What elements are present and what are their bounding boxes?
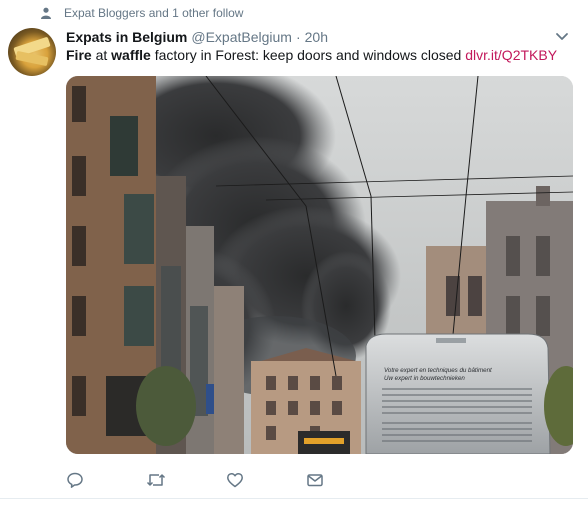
- heart-icon: [227, 472, 243, 488]
- tweet-header: Expats in Belgium @ExpatBelgium · 20h: [66, 28, 328, 46]
- envelope-icon: [307, 474, 323, 487]
- truck-slogan-fr: Votre expert en techniques du bâtiment: [384, 367, 492, 374]
- tweet-divider: [0, 498, 588, 499]
- social-context-text: Expat Bloggers and 1 other follow: [64, 6, 244, 20]
- header-separator: ·: [295, 29, 301, 45]
- truck-slogan-nl: Uw expert in bouwtechnieken: [384, 375, 465, 382]
- retweet-icon: [146, 474, 166, 486]
- chevron-down-icon[interactable]: [553, 28, 571, 46]
- hashtag-waffle: waffle: [111, 47, 151, 63]
- reply-icon: [67, 472, 83, 488]
- tweet-text-part: at: [91, 47, 112, 63]
- social-context: Expat Bloggers and 1 other follow: [40, 5, 243, 21]
- tweet-link[interactable]: dlvr.it/Q2TKBY: [465, 47, 557, 63]
- avatar[interactable]: [8, 28, 56, 76]
- message-button[interactable]: [306, 470, 336, 490]
- tweet-actions: [66, 470, 336, 490]
- author-name[interactable]: Expats in Belgium: [66, 29, 187, 45]
- reply-button[interactable]: [66, 470, 146, 490]
- tweet-photo[interactable]: Votre expert en techniques du bâtiment U…: [66, 76, 573, 454]
- person-icon: [40, 7, 52, 19]
- like-button[interactable]: [226, 470, 306, 490]
- author-handle[interactable]: @ExpatBelgium: [191, 29, 292, 45]
- retweet-button[interactable]: [146, 470, 226, 490]
- hashtag-fire: Fire: [66, 47, 92, 63]
- tweet-card[interactable]: Expat Bloggers and 1 other follow Expats…: [0, 0, 588, 505]
- tweet-text: Fire at waffle factory in Forest: keep d…: [66, 46, 557, 64]
- tweet-timestamp[interactable]: 20h: [305, 29, 328, 45]
- tweet-text-part: factory in Forest: keep doors and window…: [150, 47, 466, 63]
